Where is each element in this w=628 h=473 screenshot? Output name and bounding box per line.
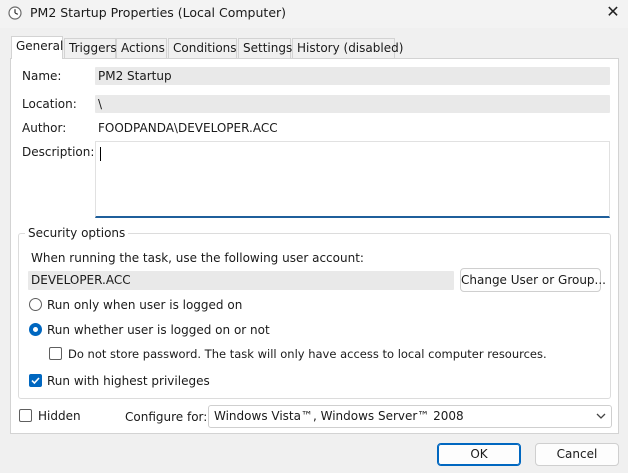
author-label: Author: bbox=[22, 121, 67, 135]
highest-privileges-checkbox[interactable] bbox=[29, 374, 42, 387]
cancel-button[interactable]: Cancel bbox=[535, 443, 619, 466]
tab-settings[interactable]: Settings bbox=[238, 38, 292, 58]
change-user-button[interactable]: Change User or Group... bbox=[460, 268, 606, 292]
do-not-store-label[interactable]: Do not store password. The task will onl… bbox=[68, 347, 547, 361]
tab-general[interactable]: General bbox=[11, 36, 63, 59]
radio-logged-on[interactable] bbox=[29, 298, 42, 311]
ok-button[interactable]: OK bbox=[437, 443, 521, 466]
highest-privileges-label[interactable]: Run with highest privileges bbox=[47, 374, 210, 388]
configure-for-label: Configure for: bbox=[125, 410, 208, 424]
radio-whether-label[interactable]: Run whether user is logged on or not bbox=[47, 323, 270, 337]
security-options-title: Security options bbox=[25, 226, 129, 240]
tab-history[interactable]: History (disabled) bbox=[292, 38, 403, 58]
user-account-field: DEVELOPER.ACC bbox=[28, 271, 454, 290]
description-textarea[interactable] bbox=[95, 141, 610, 218]
clock-icon bbox=[8, 6, 22, 20]
name-label: Name: bbox=[22, 69, 62, 83]
checkmark-icon bbox=[31, 377, 40, 385]
tab-triggers[interactable]: Triggers bbox=[64, 38, 117, 58]
text-caret bbox=[100, 147, 101, 161]
radio-logged-on-label[interactable]: Run only when user is logged on bbox=[47, 298, 242, 312]
do-not-store-checkbox[interactable] bbox=[49, 347, 62, 360]
radio-whether-logged-on[interactable] bbox=[29, 323, 42, 336]
close-icon[interactable]: ✕ bbox=[603, 3, 623, 23]
hidden-checkbox[interactable] bbox=[19, 409, 32, 422]
location-label: Location: bbox=[22, 97, 77, 111]
account-prompt: When running the task, use the following… bbox=[31, 251, 364, 265]
description-label: Description: bbox=[22, 145, 95, 159]
window-title: PM2 Startup Properties (Local Computer) bbox=[30, 5, 287, 20]
tab-conditions[interactable]: Conditions bbox=[168, 38, 237, 58]
chevron-down-icon[interactable] bbox=[594, 409, 608, 423]
location-field: \ bbox=[95, 95, 610, 113]
hidden-label[interactable]: Hidden bbox=[38, 409, 81, 423]
author-value: FOODPANDA\DEVELOPER.ACC bbox=[98, 121, 278, 135]
configure-for-dropdown[interactable]: Windows Vista™, Windows Server™ 2008 bbox=[208, 405, 612, 428]
tab-actions[interactable]: Actions bbox=[116, 38, 167, 58]
name-field[interactable]: PM2 Startup bbox=[95, 67, 610, 85]
